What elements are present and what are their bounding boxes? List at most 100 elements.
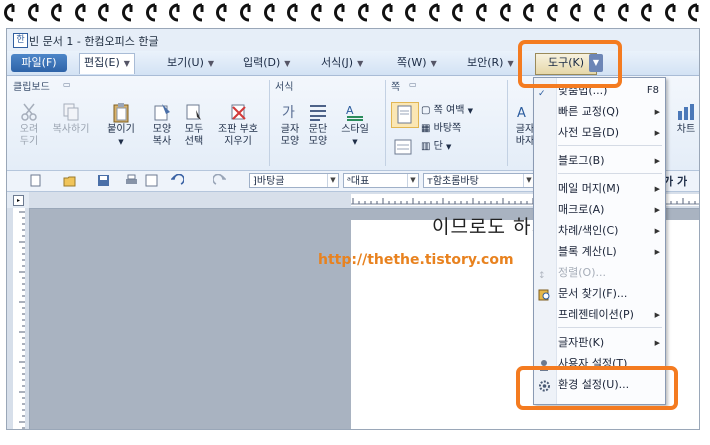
- chart-button[interactable]: 차트: [673, 102, 699, 136]
- new-document-icon[interactable]: [29, 174, 42, 187]
- menu-edit[interactable]: 편집(E) ▼: [79, 53, 135, 74]
- erase-markup-button[interactable]: 조판 부호 지우기: [211, 102, 265, 148]
- tools-menu-item[interactable]: 매크로(A) ▶: [534, 200, 665, 220]
- page-icon: [397, 105, 412, 124]
- chevron-down-icon: ▼: [467, 107, 473, 115]
- paste-label: 붙이기: [107, 124, 135, 135]
- save-icon[interactable]: [97, 174, 110, 187]
- group-title-clipboard: 클립보드: [13, 82, 50, 93]
- char-style-buttons[interactable]: 가 가: [663, 173, 687, 189]
- spiral-ring: [96, 2, 110, 24]
- cut-label: 오려 두기: [19, 124, 39, 147]
- submenu-arrow-icon: ▶: [654, 339, 660, 347]
- submenu-arrow-icon: ▶: [654, 206, 660, 214]
- spiral-ring: [592, 2, 606, 24]
- menu-format[interactable]: 서식(J) ▼: [317, 54, 367, 72]
- background-page-icon: ▦: [421, 123, 431, 134]
- copy-icon: [61, 102, 81, 122]
- spiral-ring: [120, 2, 134, 24]
- menu-separator: [558, 327, 662, 328]
- columns-icon: ▥: [421, 141, 431, 152]
- print-icon[interactable]: [125, 174, 138, 187]
- spiral-ring: [356, 2, 370, 24]
- tools-menu-item[interactable]: 문서 찾기(F)...: [534, 284, 665, 304]
- menu-view[interactable]: 보기(U) ▼: [163, 54, 218, 72]
- style-button[interactable]: A 스타일 ▼: [335, 102, 375, 148]
- page-margin-icon: ▢: [421, 105, 431, 116]
- tools-menu-item[interactable]: 빠른 교정(Q) ▶: [534, 102, 665, 122]
- page-layout-button[interactable]: [391, 136, 417, 160]
- submenu-arrow-icon: ▶: [654, 185, 660, 193]
- tools-menu-item[interactable]: 메일 머지(M) ▶: [534, 179, 665, 199]
- menu-insert[interactable]: 입력(D) ▼: [239, 54, 294, 72]
- tools-menu-item[interactable]: 사전 모음(D) ▶: [534, 123, 665, 143]
- tools-menu-dropdown: ✓ 맞춤법(...) F8 빠른 교정(Q) ▶ 사전 모음(D) ▶ 블로그(B) ▶ 메일 머…: [533, 77, 666, 405]
- group-separator: [269, 80, 270, 166]
- spiral-ring: [73, 2, 87, 24]
- vertical-ruler[interactable]: [7, 208, 30, 429]
- redo-icon[interactable]: [213, 174, 226, 187]
- chevron-down-icon: ▼: [407, 174, 418, 187]
- tab-stop-icon: ▸: [13, 195, 24, 206]
- spiral-ring: [639, 2, 653, 24]
- highlight-tools-menu: [518, 40, 622, 88]
- spiral-ring: [262, 2, 276, 24]
- para-shape-label: 문단 모양: [308, 124, 328, 147]
- svg-text:✓: ✓: [538, 89, 546, 98]
- find-document-icon: [538, 288, 551, 301]
- tools-menu-item-label: 프레젠테이션(P): [558, 308, 634, 321]
- group-title-format: 서식: [275, 82, 294, 93]
- format-painter-icon: [152, 102, 172, 122]
- undo-icon[interactable]: [171, 174, 184, 187]
- tools-menu-item-label: 매크로(A): [558, 203, 605, 216]
- cut-button[interactable]: 오려 두기: [15, 102, 43, 148]
- window-title: 빈 문서 1 - 한컴오피스 한글: [29, 35, 159, 48]
- tools-menu-item[interactable]: 프레젠테이션(P) ▶: [534, 305, 665, 325]
- highlight-environment-settings: [516, 366, 678, 410]
- spiral-binding: [0, 0, 710, 28]
- background-page-button[interactable]: ▦ 바탕쪽: [421, 122, 461, 136]
- spiral-ring: [380, 2, 394, 24]
- spiral-ring: [26, 2, 40, 24]
- page-setup-button[interactable]: [391, 102, 419, 128]
- copy-button[interactable]: 복사하기: [45, 102, 97, 136]
- chevron-down-icon: ▼: [352, 138, 358, 146]
- spiral-ring: [214, 2, 228, 24]
- tools-menu-item: ↕ 정렬(O)...: [534, 263, 665, 283]
- style-icon: A: [345, 102, 365, 122]
- copy-format-label: 모양 복사: [152, 124, 172, 147]
- open-folder-icon[interactable]: [63, 174, 76, 187]
- hwp-app-icon: 한: [13, 33, 28, 48]
- tools-menu-item[interactable]: 블록 계산(L) ▶: [534, 242, 665, 262]
- page-margin-button[interactable]: ▢ 쪽 여백 ▼: [421, 104, 473, 118]
- tools-menu-item[interactable]: 글자판(K) ▶: [534, 333, 665, 353]
- page-margin-label: 쪽 여백: [433, 105, 465, 116]
- group-separator: [507, 80, 508, 166]
- menu-security[interactable]: 보안(R) ▼: [463, 54, 518, 72]
- text-icon: A: [515, 102, 535, 122]
- style-combo[interactable]: ⁆바탕글 ▼: [249, 173, 339, 188]
- chevron-down-icon: ▼: [327, 174, 338, 187]
- tools-menu-item-label: 블록 계산(L): [558, 245, 617, 258]
- tools-menu-item[interactable]: 차례/색인(C) ▶: [534, 221, 665, 241]
- submenu-arrow-icon: ▶: [654, 248, 660, 256]
- chevron-down-icon: ▼: [507, 59, 514, 68]
- preview-icon[interactable]: [145, 174, 158, 187]
- columns-button[interactable]: ▥ 단 ▼: [421, 140, 451, 154]
- language-combo[interactable]: ᵃ대표 ▼: [343, 173, 419, 188]
- char-shape-button[interactable]: 가 글자 모양: [277, 102, 303, 148]
- chart-icon: [676, 102, 696, 122]
- tools-menu-item[interactable]: 블로그(B) ▶: [534, 151, 665, 171]
- ruler-corner[interactable]: ▸: [7, 192, 29, 208]
- paste-button[interactable]: 붙이기 ▼: [103, 102, 139, 148]
- menu-file[interactable]: 파일(F): [11, 54, 67, 72]
- para-shape-button[interactable]: 문단 모양: [305, 102, 331, 148]
- expand-icon[interactable]: ▭: [63, 80, 71, 89]
- select-all-button[interactable]: 모두 선택: [179, 102, 209, 148]
- page-layout-icon: [394, 139, 412, 155]
- font-combo[interactable]: ᴛ함초롬바탕 ▼: [423, 173, 535, 188]
- spiral-ring: [498, 2, 512, 24]
- menu-page[interactable]: 쪽(W) ▼: [393, 54, 441, 72]
- copy-format-button[interactable]: 모양 복사: [147, 102, 177, 148]
- expand-icon[interactable]: ▭: [409, 80, 417, 89]
